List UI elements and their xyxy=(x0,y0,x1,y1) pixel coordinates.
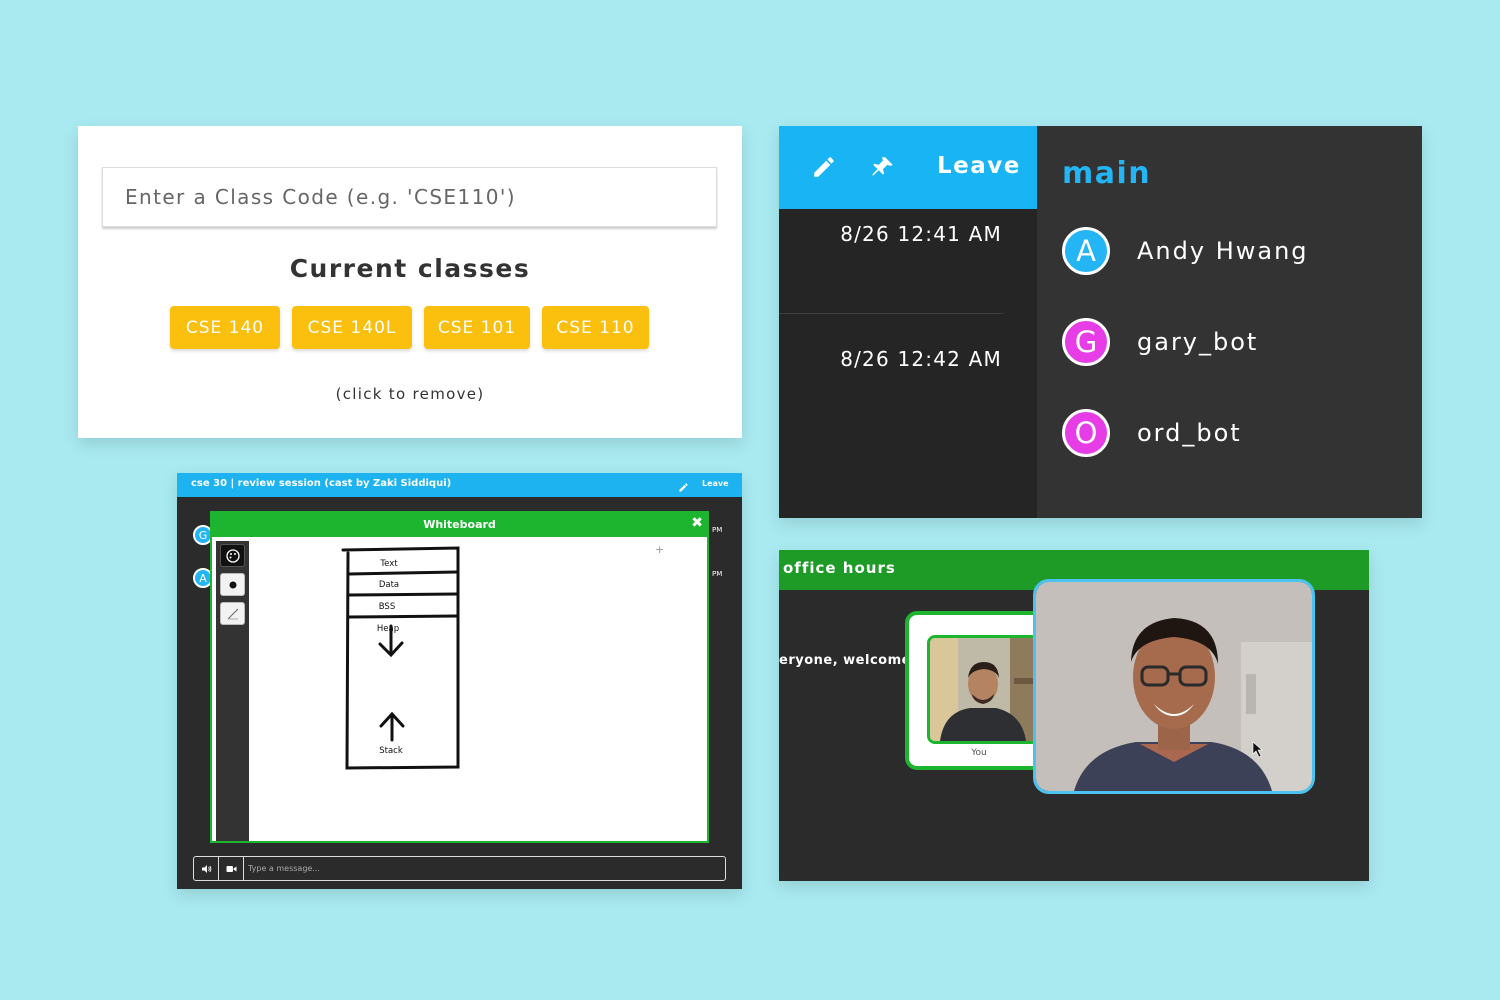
user-name: Andy Hwang xyxy=(1137,237,1309,265)
message-input-bar xyxy=(193,856,726,881)
user-list-item[interactable]: G gary_bot xyxy=(1062,318,1258,366)
pin-icon[interactable] xyxy=(868,152,898,182)
room-title: office hours xyxy=(783,559,896,577)
leave-button[interactable]: Leave xyxy=(937,153,1021,179)
memory-layout-drawing: + Text Data BSS Heap Stack xyxy=(341,543,664,770)
avatar: A xyxy=(1062,227,1110,275)
whiteboard-window: Whiteboard ✖ + Text Data BSS Heap Stack xyxy=(210,511,709,843)
user-list-pane: main A Andy Hwang G gary_bot O ord_bot xyxy=(1037,126,1422,518)
class-chip-list: CSE 140 CSE 140L CSE 101 CSE 110 xyxy=(170,306,649,349)
avatar: G xyxy=(1062,318,1110,366)
class-code-input[interactable] xyxy=(102,167,717,227)
whiteboard-session-panel: cse 30 | review session (cast by Zaki Si… xyxy=(177,473,742,889)
whiteboard-header: Whiteboard ✖ xyxy=(212,513,707,537)
message-timestamp: PM xyxy=(712,570,723,578)
current-classes-title: Current classes xyxy=(289,254,531,283)
drawing-label-stack: Stack xyxy=(379,746,403,756)
self-video-card: You xyxy=(905,611,1045,770)
session-title: cse 30 | review session (cast by Zaki Si… xyxy=(191,478,452,489)
avatar: O xyxy=(1062,409,1110,457)
drawing-label-heap: Heap xyxy=(377,624,399,634)
message-timestamp: 8/26 12:41 AM xyxy=(840,222,1002,246)
remote-video-feed xyxy=(1033,579,1315,794)
user-list-item[interactable]: A Andy Hwang xyxy=(1062,227,1309,275)
chat-toolbar: Leave xyxy=(779,126,1037,209)
chat-message: eryone, welcome xyxy=(779,653,911,668)
class-chip[interactable]: CSE 101 xyxy=(424,306,530,349)
self-video-feed xyxy=(927,635,1039,744)
room-name: main xyxy=(1062,156,1152,191)
self-video-label: You xyxy=(971,748,987,758)
remove-hint: (click to remove) xyxy=(335,385,485,403)
whiteboard-toolbar xyxy=(216,541,249,841)
line-icon[interactable] xyxy=(220,602,245,625)
drawing-label-data: Data xyxy=(379,580,399,590)
pencil-icon[interactable] xyxy=(809,152,839,182)
class-code-panel: Current classes CSE 140 CSE 140L CSE 101… xyxy=(78,126,742,438)
message-divider xyxy=(779,313,1004,314)
class-chip[interactable]: CSE 140L xyxy=(292,306,412,349)
drawing-label-text: Text xyxy=(379,559,398,569)
crosshair-icon: + xyxy=(655,543,664,556)
chat-room-panel: Leave 8/26 12:41 AM 8/26 12:42 AM main A… xyxy=(779,126,1422,518)
leave-button[interactable]: Leave xyxy=(702,479,729,488)
session-header: cse 30 | review session (cast by Zaki Si… xyxy=(177,473,742,497)
user-list-item[interactable]: O ord_bot xyxy=(1062,409,1242,457)
speaker-icon[interactable] xyxy=(194,857,219,880)
message-timestamp: 8/26 12:42 AM xyxy=(840,347,1002,371)
video-icon[interactable] xyxy=(219,857,244,880)
whiteboard-title: Whiteboard xyxy=(423,518,496,531)
user-name: ord_bot xyxy=(1137,419,1242,447)
close-icon[interactable]: ✖ xyxy=(691,515,703,531)
class-chip[interactable]: CSE 140 xyxy=(170,306,280,349)
class-chip[interactable]: CSE 110 xyxy=(542,306,649,349)
message-input[interactable] xyxy=(248,859,718,878)
whiteboard-canvas[interactable]: + Text Data BSS Heap Stack xyxy=(249,537,707,841)
palette-icon[interactable] xyxy=(220,544,245,567)
drawing-label-bss: BSS xyxy=(379,602,395,612)
pencil-icon[interactable] xyxy=(678,478,690,492)
dot-icon[interactable] xyxy=(220,573,245,596)
user-name: gary_bot xyxy=(1137,328,1259,356)
office-hours-panel: office hours eryone, welcome You xyxy=(779,550,1369,881)
message-timestamp: PM xyxy=(712,526,723,534)
